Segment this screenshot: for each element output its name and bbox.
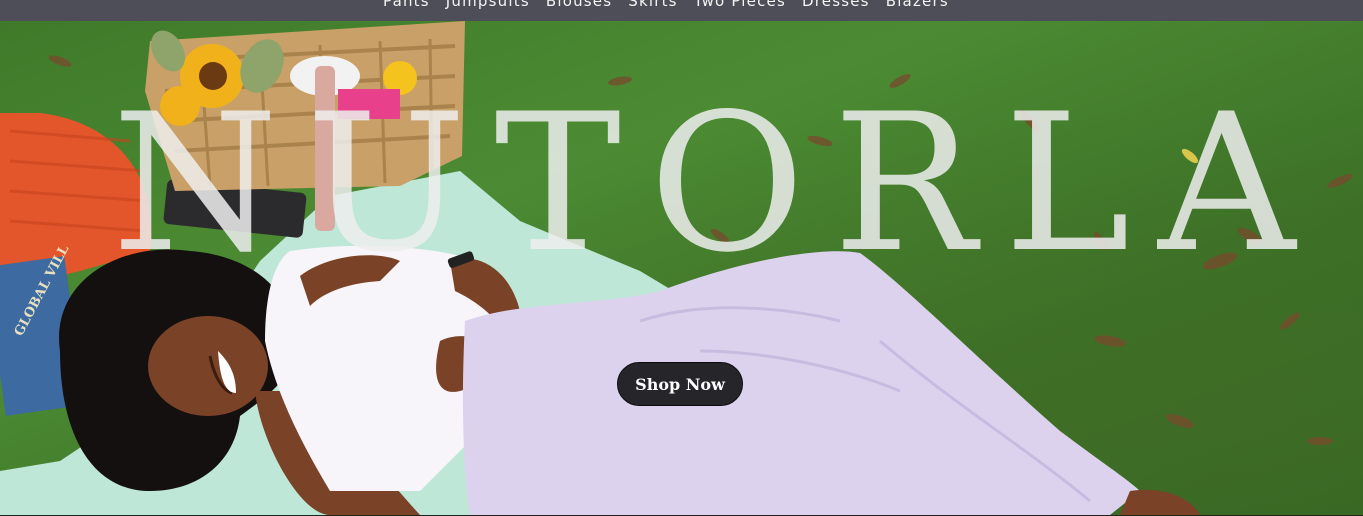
nav-item-pants[interactable]: Pants — [383, 0, 430, 11]
nav-item-jumpsuits[interactable]: Jumpsuits — [446, 0, 530, 11]
nav-item-dresses[interactable]: Dresses — [802, 0, 870, 11]
top-nav: Pants Jumpsuits Blouses Skirts Two Piece… — [0, 0, 1363, 21]
face — [148, 316, 268, 416]
hero-banner: GLOBAL VILL NUTORLA Shop Now — [0, 21, 1363, 515]
category-menu: Pants Jumpsuits Blouses Skirts Two Piece… — [383, 0, 949, 11]
nav-item-skirts[interactable]: Skirts — [628, 0, 677, 11]
brand-title: NUTORLA — [112, 73, 1324, 294]
nav-item-blouses[interactable]: Blouses — [546, 0, 612, 11]
nav-item-blazers[interactable]: Blazers — [886, 0, 949, 11]
nav-item-two-pieces[interactable]: Two Pieces — [694, 0, 786, 11]
shop-now-button[interactable]: Shop Now — [617, 362, 743, 406]
